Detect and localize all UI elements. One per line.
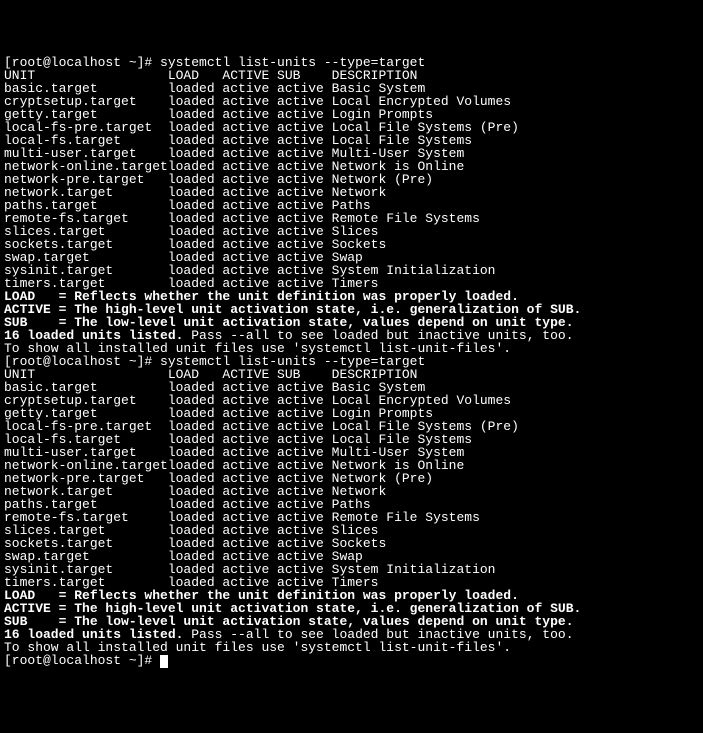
shell-prompt: [root@localhost ~]#: [4, 653, 160, 668]
terminal-output: [root@localhost ~]# systemctl list-units…: [4, 56, 699, 668]
cursor[interactable]: [160, 655, 168, 668]
